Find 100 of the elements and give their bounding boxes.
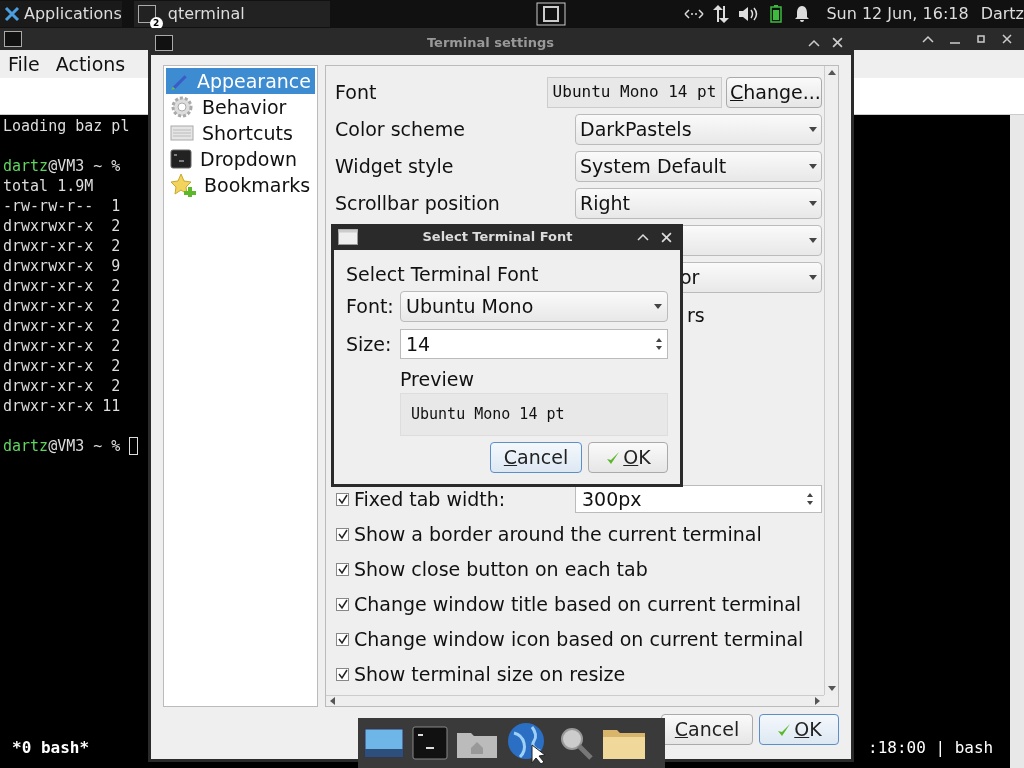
- checkbox[interactable]: [336, 667, 349, 681]
- scrollbar[interactable]: [824, 66, 838, 695]
- dropdown-value: DarkPastels: [580, 117, 692, 140]
- dropdown[interactable]: System Default: [575, 150, 822, 182]
- caret-icon: [809, 163, 817, 169]
- workspace-icon[interactable]: [536, 2, 567, 26]
- category-item[interactable]: Appearance: [166, 68, 315, 94]
- caret-icon: [654, 304, 662, 309]
- terminal-line: drwxrwxr-x 9: [3, 256, 121, 276]
- category-item[interactable]: Bookmarks: [166, 172, 315, 198]
- terminal-line: drwxr-xr-x 2: [3, 376, 121, 396]
- shade-icon[interactable]: [922, 34, 934, 44]
- field-label: Scrollbar position: [335, 190, 501, 216]
- applications-menu[interactable]: Applications: [0, 1, 122, 27]
- scrollbar[interactable]: [326, 695, 824, 706]
- status-text: :18:00 | bash: [868, 738, 994, 758]
- terminal-icon: [170, 149, 192, 169]
- field-label: Size:: [346, 331, 393, 357]
- terminal-line: drwxr-xr-x 2: [3, 296, 121, 316]
- size-spin-box[interactable]: 14: [400, 329, 668, 359]
- ok-button[interactable]: OK: [759, 714, 839, 745]
- volume-icon[interactable]: [738, 6, 759, 22]
- option-label: Show terminal size on resize: [354, 661, 626, 687]
- terminal-line: drwxr-xr-x 2: [3, 276, 121, 296]
- field-label: Font:: [346, 294, 395, 320]
- checkbox[interactable]: [336, 527, 349, 541]
- category-item[interactable]: Dropdown: [166, 146, 315, 172]
- terminal-icon: [4, 31, 22, 47]
- scroll-left-icon[interactable]: [330, 697, 335, 705]
- clock[interactable]: Sun 12 Jun, 16:18: [826, 2, 969, 26]
- terminal-icon[interactable]: [412, 726, 448, 760]
- terminal-line: drwxrwxr-x 2: [3, 216, 121, 236]
- dropdown-value: Right: [580, 191, 631, 214]
- star-plus-icon: [170, 173, 196, 197]
- x-logo-icon: [4, 6, 20, 22]
- option-label: Fixed tab width:: [354, 486, 507, 512]
- checkbox[interactable]: [336, 632, 349, 646]
- terminal-icon: [155, 34, 173, 51]
- terminal-line: drwxr-xr-x 2: [3, 356, 121, 376]
- spin-box[interactable]: 300px: [575, 485, 822, 513]
- cancel-button[interactable]: Cancel: [490, 442, 582, 473]
- option-label: rs: [687, 304, 705, 326]
- bell-icon[interactable]: [794, 5, 811, 23]
- dropdown[interactable]: DarkPastels: [575, 113, 822, 145]
- network-icon[interactable]: [684, 7, 705, 21]
- ok-button[interactable]: OK: [588, 442, 668, 473]
- scroll-down-icon[interactable]: [827, 686, 836, 691]
- close-icon[interactable]: [1002, 34, 1012, 44]
- scroll-up-icon[interactable]: [827, 70, 836, 75]
- field-label: Widget style: [335, 153, 455, 179]
- scrollbar[interactable]: [1010, 115, 1024, 768]
- transfer-icon[interactable]: [712, 5, 731, 23]
- user-name: Dartz: [980, 3, 1024, 25]
- menu-item[interactable]: Actions: [55, 49, 126, 79]
- battery-icon[interactable]: [770, 5, 783, 23]
- terminal-line: -rw-rw-r-- 1: [3, 196, 121, 216]
- category-item[interactable]: Behavior: [166, 94, 315, 120]
- desktop-icon[interactable]: [364, 727, 404, 759]
- status-text: *0 bash*: [12, 738, 90, 758]
- field-label: Font: [335, 79, 378, 105]
- option-label: Show a border around the current terminal: [354, 521, 762, 547]
- option-label: Change window icon based on current terminal: [354, 626, 804, 652]
- scroll-right-icon[interactable]: [815, 697, 820, 705]
- checkbox[interactable]: [336, 492, 349, 506]
- checkbox[interactable]: [336, 562, 349, 576]
- terminal-line: dartz@VM3 ~ %: [3, 156, 121, 176]
- gear-icon: [170, 95, 194, 119]
- option-label: Change window title based on current terminal: [354, 591, 802, 617]
- shade-icon[interactable]: [637, 232, 649, 242]
- close-icon[interactable]: [832, 37, 843, 48]
- caret-icon: [809, 237, 817, 243]
- window-icon: [338, 229, 358, 245]
- shade-icon[interactable]: [808, 37, 820, 48]
- dropdown[interactable]: Right: [575, 187, 822, 219]
- caret-icon: [809, 200, 817, 206]
- keyboard-icon: [170, 123, 194, 143]
- terminal-line: drwxr-xr-x 11: [3, 396, 121, 416]
- close-icon[interactable]: [661, 231, 672, 243]
- caret-icon: [809, 274, 817, 280]
- cancel-button[interactable]: Cancel: [661, 714, 753, 745]
- terminal-line: drwxr-xr-x 2: [3, 336, 121, 356]
- taskbar-item[interactable]: 2 qterminal: [133, 1, 330, 27]
- menu-item[interactable]: File: [8, 49, 40, 79]
- maximize-icon[interactable]: [976, 34, 986, 44]
- caret-icon: [809, 126, 817, 132]
- preview-box: Ubuntu Mono 14 pt: [400, 393, 668, 436]
- dropdown-value: System Default: [580, 154, 727, 177]
- preview-label: Preview: [400, 367, 475, 391]
- search-icon[interactable]: [558, 725, 594, 761]
- terminal-line: drwxr-xr-x 2: [3, 236, 121, 256]
- option-label: Show close button on each tab: [354, 556, 648, 582]
- font-display: Ubuntu Mono 14 pt: [547, 76, 722, 108]
- checkbox[interactable]: [336, 597, 349, 611]
- terminal-line: dartz@VM3 ~ %: [3, 436, 121, 456]
- field-label: Color scheme: [335, 116, 466, 142]
- change-button[interactable]: Change...: [726, 76, 822, 108]
- terminal-line: drwxr-xr-x 2: [3, 316, 121, 336]
- window-title: Terminal settings: [425, 33, 556, 52]
- category-item[interactable]: Shortcuts: [166, 120, 315, 146]
- font-dropdown[interactable]: Ubuntu Mono: [400, 291, 668, 322]
